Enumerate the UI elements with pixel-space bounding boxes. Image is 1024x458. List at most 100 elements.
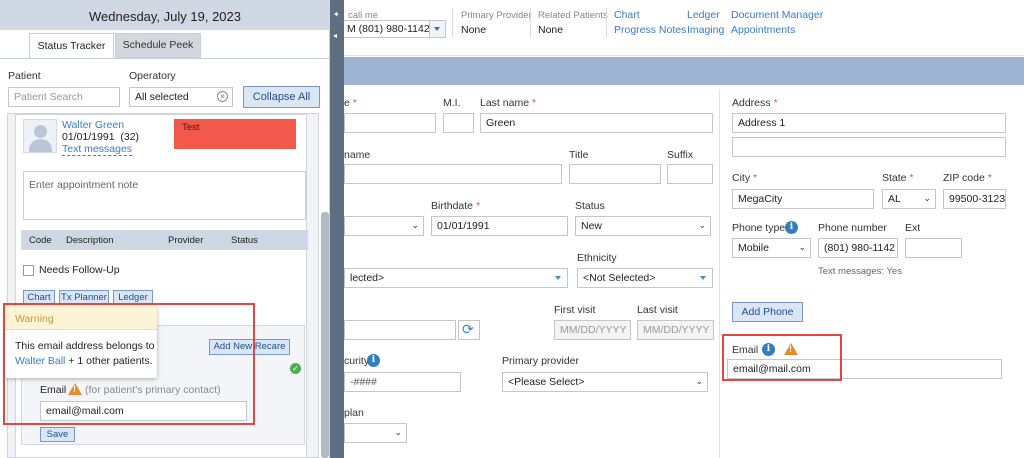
chevron-down-icon: ⌄: [695, 376, 703, 386]
email-highlight-box: [722, 334, 842, 381]
last-name-field[interactable]: Green: [480, 113, 713, 133]
title-field[interactable]: [569, 164, 661, 184]
col-description: Description: [66, 235, 114, 246]
ethnicity-value: <Not Selected>: [583, 272, 656, 284]
primary-provider-select[interactable]: <Please Select> ⌄: [502, 372, 708, 392]
first-name-field[interactable]: [344, 113, 436, 133]
last-visit-field: MM/DD/YYYY: [637, 320, 714, 340]
warning-highlight-box: [3, 303, 255, 425]
referral-field[interactable]: [344, 320, 456, 340]
appointment-note-input[interactable]: Enter appointment note: [23, 171, 306, 220]
needs-followup-checkbox[interactable]: [23, 265, 34, 276]
info-icon[interactable]: i: [785, 221, 798, 234]
status-value: New: [581, 220, 603, 232]
panel-date: Wednesday, July 19, 2023: [88, 9, 241, 24]
chevron-down-icon: ⌄: [394, 427, 402, 437]
tab-schedule-peek-label: Schedule Peek: [122, 39, 194, 51]
phone-type-label: Phone type: [732, 222, 786, 234]
operatory-filter-label: Operatory: [129, 70, 176, 82]
primary-provider-form-label: Primary provider: [502, 355, 580, 367]
avatar: [23, 119, 57, 153]
pin-icon[interactable]: ✦: [333, 10, 340, 19]
city-field[interactable]: MegaCity: [732, 189, 874, 209]
phone-number-field[interactable]: (801) 980-1142: [818, 238, 898, 258]
procedure-table-header: Code Description Provider Status: [21, 230, 308, 250]
info-icon[interactable]: i: [367, 354, 380, 367]
gender-select[interactable]: ⌄: [344, 216, 424, 236]
first-name-label: e *: [344, 97, 357, 109]
panel-save-button[interactable]: Save: [40, 427, 75, 442]
nickname-field[interactable]: [344, 164, 562, 184]
related-patients-label: Related Patients: [538, 10, 608, 21]
status-select[interactable]: New ⌄: [575, 216, 711, 236]
refresh-button[interactable]: ⟳: [458, 320, 480, 340]
chevron-down-icon: ⌄: [798, 242, 806, 252]
link-document-manager[interactable]: Document Manager: [731, 9, 823, 21]
title-label: Title: [569, 149, 589, 161]
tab-schedule-peek[interactable]: Schedule Peek: [115, 33, 201, 58]
text-messages-note: Text messages: Yes: [818, 266, 902, 277]
dropdown-arrow-icon: [555, 276, 561, 280]
primary-provider-value: None: [461, 24, 487, 36]
refresh-icon: ⟳: [462, 321, 474, 337]
primary-provider-label: Primary Provider: [461, 10, 532, 21]
birthdate-label: Birthdate *: [431, 200, 481, 212]
last-visit-label: Last visit: [637, 304, 678, 316]
phone-number-label: Phone number: [818, 222, 887, 234]
suffix-label: Suffix: [667, 149, 694, 161]
mi-label: M.I.: [443, 97, 461, 109]
phone-type-select[interactable]: Mobile ⌄: [732, 238, 811, 258]
needs-followup-label: Needs Follow-Up: [39, 264, 120, 276]
address1-field[interactable]: Address 1: [732, 113, 1006, 133]
add-phone-button[interactable]: Add Phone: [732, 302, 803, 322]
link-appointments[interactable]: Appointments: [731, 24, 795, 36]
link-chart[interactable]: Chart: [614, 9, 640, 21]
plan-label: plan: [344, 407, 364, 419]
chevron-down-icon: [429, 21, 445, 37]
ssn-field[interactable]: -####: [344, 372, 461, 392]
chevron-down-icon: ⌄: [698, 220, 706, 230]
mi-field[interactable]: [443, 113, 474, 133]
operatory-value: All selected: [135, 91, 189, 103]
dropdown-arrow-icon: [700, 276, 706, 280]
ethnicity-select[interactable]: <Not Selected>: [577, 268, 713, 288]
phone-select[interactable]: M (801) 980-1142: [342, 20, 446, 38]
nickname-label: name: [344, 149, 371, 161]
state-label: State *: [882, 172, 914, 184]
address-label: Address *: [732, 97, 778, 109]
col-code: Code: [29, 235, 52, 246]
patient-search-input[interactable]: Patient Search: [8, 87, 120, 107]
first-visit-label: First visit: [554, 304, 596, 316]
ext-field[interactable]: [905, 238, 962, 258]
link-progress-notes[interactable]: Progress Notes: [614, 24, 686, 36]
scrollbar-thumb[interactable]: [321, 212, 329, 458]
clear-icon[interactable]: ×: [217, 91, 228, 102]
last-name-label: Last name *: [480, 97, 537, 109]
city-label: City *: [732, 172, 758, 184]
race-select[interactable]: lected>: [344, 268, 568, 288]
section-band: [330, 57, 1024, 85]
collapse-panel-icon[interactable]: ◂: [333, 31, 337, 40]
link-ledger[interactable]: Ledger: [687, 9, 720, 21]
appointment-tag[interactable]: Test: [174, 119, 296, 149]
chevron-down-icon: ⌄: [411, 220, 419, 230]
link-imaging[interactable]: Imaging: [687, 24, 724, 36]
state-select[interactable]: AL ⌄: [882, 189, 936, 209]
tab-status-tracker-label: Status Tracker: [37, 40, 106, 52]
address2-field[interactable]: [732, 137, 1006, 157]
state-value: AL: [888, 193, 901, 205]
plan-select[interactable]: ⌄: [344, 423, 407, 443]
patient-name-link[interactable]: Walter Green: [62, 119, 124, 131]
birthdate-field[interactable]: 01/01/1991: [431, 216, 568, 236]
operatory-select[interactable]: All selected ×: [129, 87, 233, 107]
status-label: Status: [575, 200, 605, 212]
text-messages-link[interactable]: Text messages: [62, 143, 133, 156]
panel-edge-strip: ✦ ◂: [330, 0, 344, 458]
panel-date-header: Wednesday, July 19, 2023: [0, 0, 330, 30]
collapse-all-button[interactable]: Collapse All: [243, 86, 320, 108]
primary-provider-select-value: <Please Select>: [508, 376, 585, 388]
zip-field[interactable]: 99500-3123: [943, 189, 1006, 209]
col-provider: Provider: [168, 235, 204, 246]
suffix-field[interactable]: [667, 164, 713, 184]
tab-status-tracker[interactable]: Status Tracker: [29, 33, 114, 59]
